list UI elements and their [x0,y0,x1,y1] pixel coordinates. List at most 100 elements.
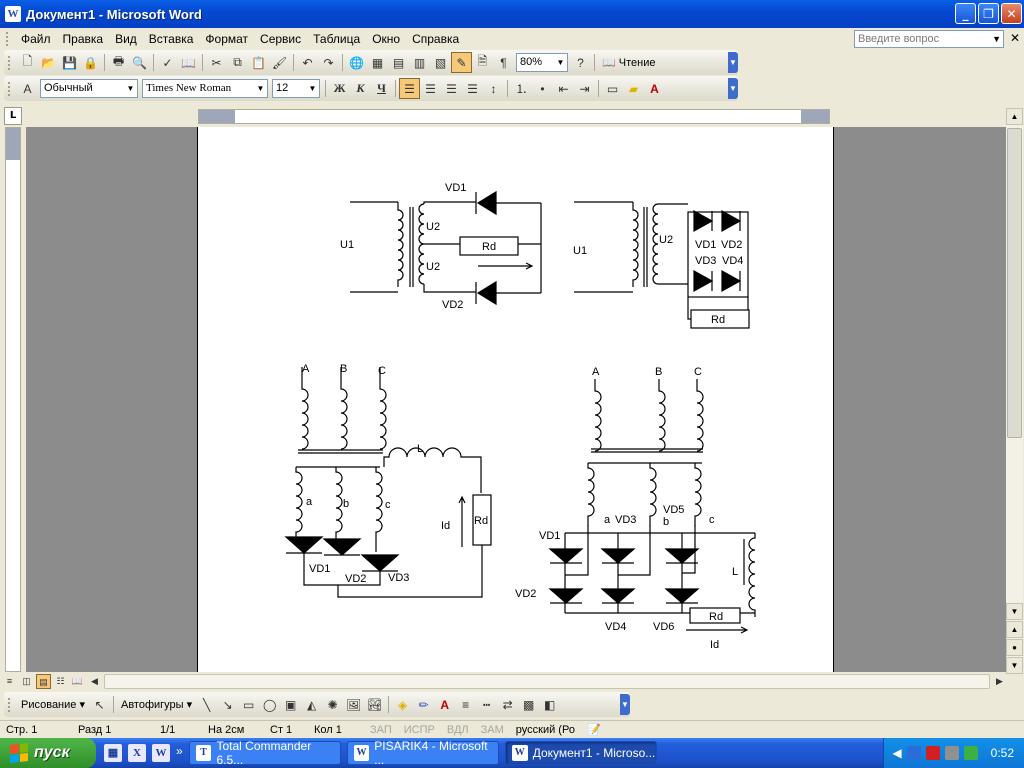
minimize-button[interactable]: _ [955,3,976,24]
menu-tools[interactable]: Сервис [254,32,307,46]
word-app-icon[interactable]: W [5,6,21,22]
chevron-down-icon[interactable]: ▼ [306,80,319,97]
print-icon[interactable]: 🖶 [108,52,129,73]
underline-icon[interactable]: Ч [371,78,392,99]
network-icon[interactable] [906,746,921,760]
ask-question-input[interactable]: Введите вопрос ▼ [854,30,1004,48]
drawing-menu-button[interactable]: Рисование ▾ [17,698,89,711]
chevron-down-icon[interactable]: ▼ [254,80,267,97]
help-icon[interactable]: ? [570,52,591,73]
horizontal-ruler[interactable] [198,109,830,124]
next-page-button[interactable]: ▼ [1006,657,1023,674]
spelling-status-icon[interactable]: 📝 [581,723,607,736]
menu-format[interactable]: Формат [199,32,254,46]
toolbar-options-icon[interactable]: ▼ [728,78,738,99]
task-document1[interactable]: W Документ1 - Microso... [504,741,657,765]
clock[interactable]: 0:52 [991,746,1014,760]
toolbar-grip[interactable] [8,55,11,70]
document-map-icon[interactable]: 🗎 [472,52,493,73]
align-right-icon[interactable]: ☰ [441,78,462,99]
arrow-icon[interactable]: ↘ [217,694,238,715]
arrow-style-icon[interactable]: ⇄ [497,694,518,715]
menu-edit[interactable]: Правка [57,32,110,46]
print-preview-icon[interactable]: 🔍 [129,52,150,73]
textbox-icon[interactable]: ▣ [280,694,301,715]
wordart-icon[interactable]: ◭ [301,694,322,715]
copy-icon[interactable]: ⧉ [227,52,248,73]
decrease-indent-icon[interactable]: ⇤ [553,78,574,99]
line-style-icon[interactable]: ≡ [455,694,476,715]
menu-grip[interactable] [6,32,9,46]
menu-file[interactable]: Файл [15,32,57,46]
quicklaunch-app-icon[interactable]: ▦ [104,744,122,762]
scroll-left-icon[interactable]: ◀ [87,674,102,689]
diagram-icon[interactable]: ✺ [322,694,343,715]
bullets-icon[interactable]: • [532,78,553,99]
font-size-select[interactable]: 12 ▼ [272,79,320,98]
task-total-commander[interactable]: T Total Commander 6.5... [188,739,341,767]
document-close-icon[interactable]: ✕ [1010,31,1020,45]
antivirus-icon[interactable] [925,746,940,760]
picture-icon[interactable]: 🏞 [364,694,385,715]
toolbar-grip[interactable] [8,81,11,96]
tray-app-icon[interactable] [963,746,978,760]
document-page[interactable]: VD1 VD2 U1 U2 U2 Rd U1 U2 VD1 VD2 VD3 VD… [197,127,834,672]
show-formatting-icon[interactable]: ¶ [493,52,514,73]
menu-view[interactable]: Вид [109,32,143,46]
chevron-down-icon[interactable]: ▼ [992,31,1001,47]
status-record[interactable]: ЗАП [364,724,398,736]
status-language[interactable]: русский (Ро [510,724,581,736]
quicklaunch-word-icon[interactable]: W [152,744,170,762]
previous-page-button[interactable]: ▲ [1006,621,1023,638]
font-select[interactable]: Times New Roman ▼ [142,79,268,98]
format-painter-icon[interactable]: 🖌 [269,52,290,73]
tables-borders-icon[interactable]: ▦ [367,52,388,73]
line-color-icon[interactable]: ✏ [413,694,434,715]
styles-icon[interactable]: A [17,78,38,99]
line-spacing-icon[interactable]: ↕ [483,78,504,99]
toolbar-grip[interactable] [8,697,11,712]
new-document-icon[interactable]: 🗋 [17,52,38,73]
scroll-down-button[interactable]: ▼ [1006,603,1023,620]
circuit-drawings[interactable]: VD1 VD2 U1 U2 U2 Rd U1 U2 VD1 VD2 VD3 VD… [198,127,835,672]
research-icon[interactable]: 📖 [178,52,199,73]
circuit-center-tap-rectifier[interactable] [350,190,542,306]
undo-icon[interactable]: ↶ [297,52,318,73]
select-objects-icon[interactable]: ↖ [89,694,110,715]
quicklaunch-more-icon[interactable]: » [176,744,183,762]
reading-view-icon[interactable]: 📖 [70,674,85,689]
open-folder-icon[interactable]: 📂 [38,52,59,73]
tray-expand-icon[interactable]: ◀ [892,746,901,760]
drawing-toggle-icon[interactable]: ✎ [451,52,472,73]
normal-view-icon[interactable]: ≡ [2,674,17,689]
status-track-changes[interactable]: ИСПР [398,724,441,736]
browse-object-button[interactable]: ● [1006,639,1023,656]
quicklaunch-excel-icon[interactable]: X [128,744,146,762]
outline-view-icon[interactable]: ☷ [53,674,68,689]
italic-icon[interactable]: К [350,78,371,99]
align-center-icon[interactable]: ☰ [420,78,441,99]
restore-button[interactable]: ❐ [978,3,999,24]
scroll-right-icon[interactable]: ▶ [992,674,1007,689]
line-icon[interactable]: ╲ [196,694,217,715]
insert-excel-icon[interactable]: ▥ [409,52,430,73]
status-overtype[interactable]: ЗАМ [475,724,510,736]
autoshapes-button[interactable]: Автофигуры ▾ [117,698,196,711]
dash-style-icon[interactable]: ┅ [476,694,497,715]
font-color-icon[interactable]: A [644,78,665,99]
close-button[interactable]: ✕ [1001,3,1022,24]
horizontal-scroll-thumb[interactable] [104,674,990,689]
start-button[interactable]: пуск [0,738,96,768]
scroll-up-button[interactable]: ▲ [1006,108,1023,125]
vertical-scroll-thumb[interactable] [1007,128,1022,438]
vertical-ruler[interactable] [5,127,21,672]
task-pisarik4[interactable]: W PISARIK4 - Microsoft ... [346,739,499,767]
numbering-icon[interactable]: ⒈ [511,78,532,99]
permission-icon[interactable]: 🔒 [80,52,101,73]
cut-icon[interactable]: ✂ [206,52,227,73]
menu-insert[interactable]: Вставка [143,32,200,46]
menu-window[interactable]: Окно [366,32,406,46]
print-layout-icon[interactable]: ▤ [36,674,51,689]
rectangle-icon[interactable]: ▭ [238,694,259,715]
volume-icon[interactable] [944,746,959,760]
